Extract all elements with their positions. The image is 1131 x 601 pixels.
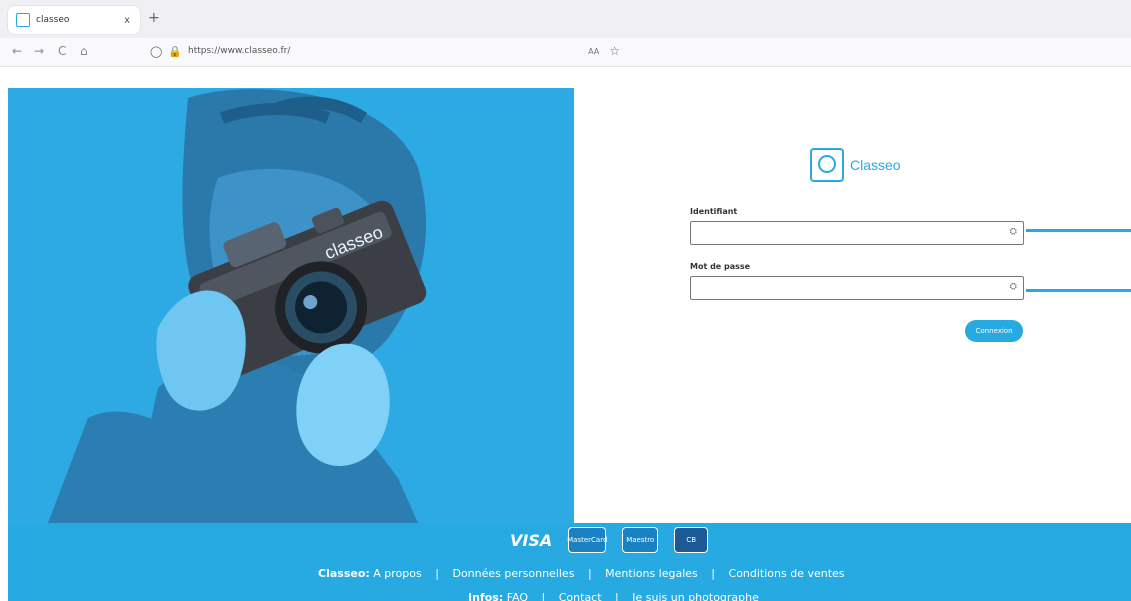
footer-brand-infos: Infos: (468, 591, 504, 601)
navigation-toolbar: ← → C ⌂ ◯ 🔒 https://www.classeo.fr/ AA ☆ (0, 38, 1131, 67)
site-footer: VISA MasterCard Maestro CB Classeo: A pr… (8, 523, 1131, 601)
shield-icon: ◯ (150, 44, 163, 58)
new-tab-button[interactable]: + (148, 10, 160, 26)
browser-window: classeo x + ← → C ⌂ ◯ 🔒 https://www.clas… (0, 0, 1131, 601)
tab-classeo[interactable]: classeo x (8, 6, 140, 34)
annotation-line-identifiant (1026, 229, 1131, 232)
password-manager-icon[interactable]: ⛭ (1010, 227, 1017, 237)
url-text[interactable]: https://www.classeo.fr/ (188, 46, 588, 56)
page-viewport: classeo Classeo Identifiant ⛭ Mot de pas… (8, 88, 1131, 601)
hero-photo: classeo (8, 88, 574, 523)
footer-separator: | (435, 567, 439, 580)
connexion-button[interactable]: Connexion (965, 320, 1023, 342)
footer-separator: | (541, 591, 546, 601)
tab-title: classeo (36, 15, 70, 25)
classeo-logo: Classeo (810, 148, 901, 182)
footer-separator: | (587, 567, 592, 580)
footer-separator: | (615, 591, 619, 601)
footer-link-donnees-personnelles[interactable]: Données personnelles (452, 567, 574, 580)
payment-methods: VISA MasterCard Maestro CB (510, 527, 709, 553)
classeo-logo-icon (810, 148, 844, 182)
footer-link-contact[interactable]: Contact (559, 591, 602, 601)
child-with-camera-illustration: classeo (8, 88, 574, 523)
reader-view-icon[interactable]: AA (588, 47, 599, 56)
footer-link-conditions-de-ventes[interactable]: Conditions de ventes (729, 567, 845, 580)
login-panel: Classeo Identifiant ⛭ Mot de passe ⛭ Con… (574, 88, 1131, 523)
footer-separator: | (711, 567, 716, 580)
footer-row-infos: Infos: FAQ | Contact | Je suis un photog… (468, 591, 759, 601)
back-icon[interactable]: ← (12, 44, 22, 58)
password-input[interactable]: ⛭ (690, 276, 1024, 300)
footer-brand-classeo: Classeo: (318, 567, 370, 580)
url-bar[interactable]: ◯ 🔒 https://www.classeo.fr/ AA ☆ (150, 40, 620, 62)
forward-icon[interactable]: → (34, 44, 44, 58)
reload-icon[interactable]: C (58, 44, 66, 58)
identifiant-label: Identifiant (690, 207, 738, 216)
logo-text: Classeo (850, 157, 901, 173)
password-manager-icon[interactable]: ⛭ (1010, 282, 1017, 292)
close-tab-icon[interactable]: x (124, 15, 130, 26)
footer-link-mentions-legales[interactable]: Mentions legales (605, 567, 698, 580)
visa-logo: VISA (510, 530, 553, 550)
cb-logo: CB (674, 527, 709, 553)
footer-link-photographe[interactable]: Je suis un photographe (632, 591, 759, 601)
favicon-icon (16, 13, 30, 27)
password-label: Mot de passe (690, 262, 751, 271)
annotation-line-password (1026, 289, 1131, 292)
footer-link-faq[interactable]: FAQ (507, 591, 528, 601)
footer-link-a-propos[interactable]: A propos (373, 567, 421, 580)
home-icon[interactable]: ⌂ (80, 44, 88, 58)
mastercard-logo: MasterCard (567, 527, 607, 553)
tab-bar: classeo x + (0, 0, 1131, 39)
footer-row-classeo: Classeo: A propos | Données personnelles… (318, 567, 845, 580)
maestro-logo: Maestro (622, 527, 659, 553)
bookmark-star-icon[interactable]: ☆ (609, 44, 620, 58)
identifiant-input[interactable]: ⛭ (690, 221, 1024, 245)
lock-icon: 🔒 (168, 44, 183, 58)
